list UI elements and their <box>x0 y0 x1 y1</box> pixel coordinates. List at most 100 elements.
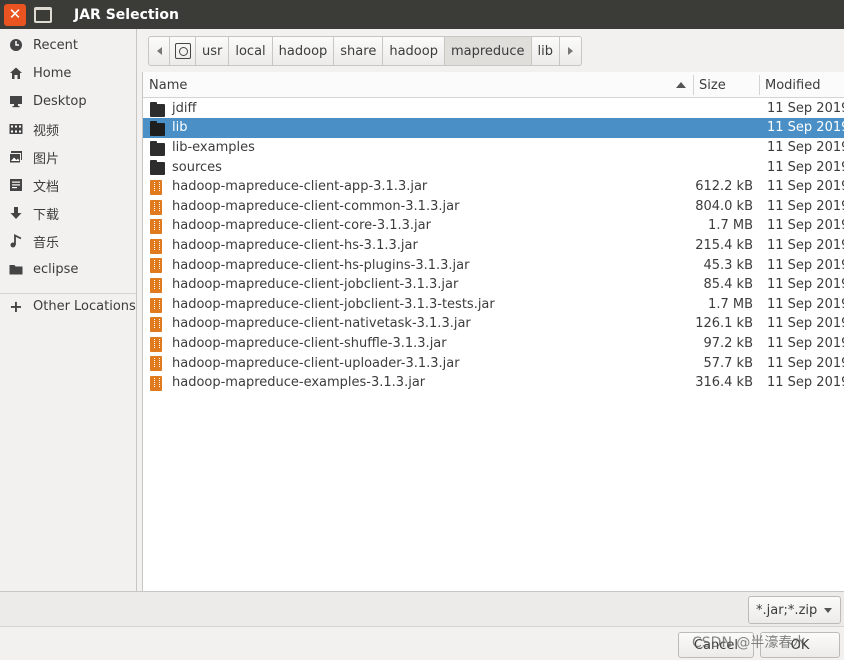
file-name: hadoop-mapreduce-client-common-3.1.3.jar <box>172 198 460 214</box>
file-size: 1.7 MB <box>708 296 753 312</box>
file-list[interactable]: Name Size Modified jdiff 11 Sep 2019 lib 11… <box>142 72 844 591</box>
chevron-left-icon <box>156 47 162 55</box>
filter-bar: *.jar;*.zip <box>0 591 844 626</box>
file-row[interactable]: hadoop-mapreduce-client-common-3.1.3.jar… <box>143 197 844 217</box>
sidebar-item-label: Home <box>33 65 72 81</box>
title-bar: ✕ JAR Selection <box>0 0 844 29</box>
sidebar-item-label: Other Locations <box>33 298 136 314</box>
file-row[interactable]: hadoop-mapreduce-client-jobclient-3.1.3-… <box>143 295 844 315</box>
file-modified: 11 Sep 2019 <box>767 139 844 155</box>
sidebar-item-label: 音乐 <box>33 235 60 251</box>
file-row[interactable]: hadoop-mapreduce-examples-3.1.3.jar 316.4… <box>143 373 844 393</box>
download-icon <box>9 206 23 220</box>
file-modified: 11 Sep 2019 <box>767 257 844 273</box>
path-crumb-hadoop-2[interactable]: hadoop <box>383 36 445 66</box>
file-row[interactable]: hadoop-mapreduce-client-app-3.1.3.jar 612… <box>143 177 844 197</box>
sidebar-item-pictures[interactable]: 图片 <box>0 144 136 170</box>
sidebar-item-label: Desktop <box>33 93 87 109</box>
folder-icon <box>150 140 165 156</box>
file-name: lib-examples <box>172 139 255 155</box>
sidebar-item-eclipse[interactable]: eclipse <box>0 256 136 282</box>
sidebar-item-recent[interactable]: Recent <box>0 32 136 58</box>
sidebar-item-label: 图片 <box>33 151 60 167</box>
file-list-header: Name Size Modified <box>143 72 844 98</box>
file-row[interactable]: hadoop-mapreduce-client-core-3.1.3.jar 1.… <box>143 216 844 236</box>
close-icon[interactable]: ✕ <box>4 3 26 26</box>
maximize-icon[interactable] <box>34 6 52 23</box>
column-header-name[interactable]: Name <box>149 72 689 98</box>
sidebar-item-downloads[interactable]: 下载 <box>0 200 136 226</box>
file-size: 215.4 kB <box>695 237 753 253</box>
file-size: 85.4 kB <box>703 277 753 293</box>
jar-file-icon <box>150 277 162 293</box>
file-name: hadoop-mapreduce-client-hs-plugins-3.1.3… <box>172 257 470 273</box>
watermark: CSDN @半濠春水 <box>692 635 807 651</box>
file-row[interactable]: hadoop-mapreduce-client-jobclient-3.1.3.… <box>143 275 844 295</box>
file-name: hadoop-mapreduce-client-jobclient-3.1.3-… <box>172 296 495 312</box>
file-modified: 11 Sep 2019 <box>767 296 844 312</box>
drive-icon <box>174 43 191 59</box>
file-row[interactable]: hadoop-mapreduce-client-shuffle-3.1.3.ja… <box>143 334 844 354</box>
file-row[interactable]: lib-examples 11 Sep 2019 <box>143 138 844 158</box>
path-scroll-left-button[interactable] <box>148 36 170 66</box>
places-sidebar: Recent Home Desktop 视频 图片 文档 下载 音乐 eclip… <box>0 29 137 591</box>
sidebar-item-home[interactable]: Home <box>0 60 136 86</box>
file-modified: 11 Sep 2019 <box>767 179 844 195</box>
window-title: JAR Selection <box>74 6 179 23</box>
file-filter-value: *.jar;*.zip <box>756 602 818 618</box>
file-modified: 11 Sep 2019 <box>767 100 844 116</box>
sidebar-item-label: 下载 <box>33 207 60 223</box>
jar-file-icon <box>150 336 162 352</box>
path-crumb-local[interactable]: local <box>229 36 273 66</box>
sidebar-item-music[interactable]: 音乐 <box>0 228 136 254</box>
file-name: jdiff <box>172 100 197 116</box>
file-modified: 11 Sep 2019 <box>767 218 844 234</box>
clock-icon <box>9 38 23 52</box>
path-crumb-usr[interactable]: usr <box>196 36 230 66</box>
file-row[interactable]: sources 11 Sep 2019 <box>143 157 844 177</box>
path-crumb-mapreduce[interactable]: mapreduce <box>444 36 532 66</box>
sidebar-item-desktop[interactable]: Desktop <box>0 88 136 114</box>
path-crumb-hadoop[interactable]: hadoop <box>272 36 335 66</box>
home-icon <box>9 66 23 80</box>
folder-icon <box>150 101 165 117</box>
file-modified: 11 Sep 2019 <box>767 120 844 136</box>
path-scroll-right-button[interactable] <box>560 36 583 66</box>
file-size: 612.2 kB <box>695 179 753 195</box>
file-row[interactable]: hadoop-mapreduce-client-hs-3.1.3.jar 215.… <box>143 236 844 256</box>
file-modified: 11 Sep 2019 <box>767 159 844 175</box>
plus-icon: + <box>9 296 23 316</box>
file-row[interactable]: lib 11 Sep 2019 <box>143 118 844 138</box>
file-filter-dropdown[interactable]: *.jar;*.zip <box>748 596 841 624</box>
file-modified: 11 Sep 2019 <box>767 316 844 332</box>
column-header-modified[interactable]: Modified <box>765 72 844 98</box>
file-size: 316.4 kB <box>695 375 753 391</box>
file-row[interactable]: hadoop-mapreduce-client-uploader-3.1.3.j… <box>143 353 844 373</box>
desktop-icon <box>9 94 23 108</box>
documents-icon <box>9 178 23 192</box>
file-row[interactable]: hadoop-mapreduce-client-hs-plugins-3.1.3… <box>143 255 844 275</box>
sidebar-item-videos[interactable]: 视频 <box>0 116 136 142</box>
folder-icon <box>9 262 23 276</box>
folder-icon <box>150 121 165 137</box>
jar-file-icon <box>150 297 162 313</box>
column-separator <box>693 75 694 95</box>
path-crumb-lib[interactable]: lib <box>531 36 561 66</box>
sidebar-item-label: eclipse <box>33 261 79 277</box>
path-bar: usr local hadoop share hadoop mapreduce … <box>148 36 583 66</box>
pictures-icon <box>9 150 23 164</box>
file-name: sources <box>172 159 222 175</box>
file-modified: 11 Sep 2019 <box>767 198 844 214</box>
path-crumb-root[interactable] <box>170 36 196 66</box>
sidebar-item-other-locations[interactable]: + Other Locations <box>0 293 136 319</box>
file-name: hadoop-mapreduce-client-nativetask-3.1.3… <box>172 316 471 332</box>
file-modified: 11 Sep 2019 <box>767 355 844 371</box>
music-icon <box>9 234 23 248</box>
file-row[interactable]: jdiff 11 Sep 2019 <box>143 99 844 119</box>
path-crumb-share[interactable]: share <box>334 36 384 66</box>
chevron-down-icon <box>824 608 832 613</box>
file-size: 804.0 kB <box>695 198 753 214</box>
file-row[interactable]: hadoop-mapreduce-client-nativetask-3.1.3… <box>143 314 844 334</box>
sidebar-item-documents[interactable]: 文档 <box>0 172 136 198</box>
column-header-size[interactable]: Size <box>699 72 759 98</box>
